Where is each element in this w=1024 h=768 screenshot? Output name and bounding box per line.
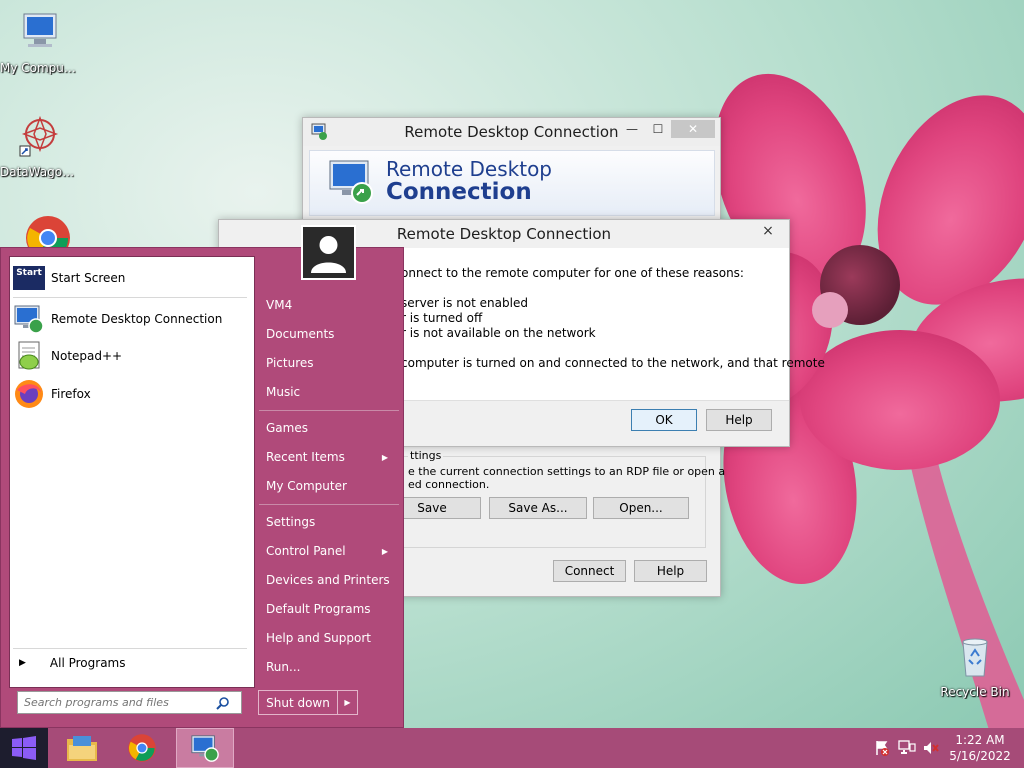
start-right-devices-printers[interactable]: Devices and Printers (266, 568, 396, 592)
rdc-header-title-line2: Connection (386, 179, 532, 205)
chrome-desktop-icon-partial[interactable] (0, 214, 80, 248)
desktop-icon-label: Recycle Bin (940, 685, 1010, 699)
start-right-help-support[interactable]: Help and Support (266, 626, 396, 650)
start-right-games[interactable]: Games (266, 416, 396, 440)
rdc-titlebar[interactable]: Remote Desktop Connection — ☐ ✕ (303, 118, 720, 146)
group-description-line2: ed connection. (408, 478, 490, 491)
start-item-firefox[interactable]: Firefox (13, 377, 249, 411)
file-explorer-icon (67, 736, 97, 761)
start-item-label: Firefox (51, 387, 91, 401)
start-right-documents[interactable]: Documents (266, 322, 396, 346)
dialog-reason-3: r is not available on the network (401, 326, 596, 340)
start-right-pictures[interactable]: Pictures (266, 351, 396, 375)
taskbar-chrome[interactable] (116, 728, 168, 768)
close-button[interactable]: × (754, 222, 782, 240)
search-box[interactable] (17, 691, 242, 714)
clock-time: 1:22 AM (955, 733, 1005, 747)
start-menu-divider (13, 297, 247, 298)
start-right-settings[interactable]: Settings (266, 510, 396, 534)
help-button[interactable]: Help (634, 560, 707, 582)
user-avatar[interactable] (301, 225, 356, 280)
start-right-my-computer[interactable]: My Computer (266, 474, 396, 498)
all-programs-button[interactable]: ▶ All Programs (17, 652, 247, 674)
windows-logo-icon (12, 736, 36, 760)
start-menu-divider (13, 648, 247, 649)
desktop-icon-label: DataWagon... (0, 165, 80, 179)
volume-muted-icon[interactable] (922, 740, 940, 756)
remote-desktop-icon (191, 735, 219, 762)
recycle-bin-icon (962, 638, 988, 677)
chrome-icon (26, 216, 70, 248)
start-screen-icon: Start (13, 266, 45, 290)
search-input[interactable] (18, 696, 214, 709)
dialog-reason-2: r is turned off (401, 311, 483, 325)
remote-desktop-icon (329, 160, 373, 204)
start-right-divider (259, 504, 399, 505)
network-icon[interactable] (898, 740, 916, 756)
start-right-recent-items[interactable]: Recent Items ▶ (266, 445, 396, 469)
start-right-label: Recent Items (266, 450, 345, 464)
start-right-run[interactable]: Run... (266, 655, 396, 679)
ok-button[interactable]: OK (631, 409, 697, 431)
desktop-icon-datawagon[interactable]: DataWagon... (0, 112, 80, 179)
minimize-button[interactable]: — (619, 120, 645, 138)
close-button[interactable]: ✕ (671, 120, 715, 138)
datawagon-icon (19, 115, 59, 157)
shut-down-button[interactable]: Shut down (258, 690, 338, 715)
start-right-music[interactable]: Music (266, 380, 396, 404)
start-right-divider (259, 410, 399, 411)
user-icon (303, 227, 354, 278)
start-right-vm4[interactable]: VM4 (266, 293, 396, 317)
clock-date: 5/16/2022 (949, 749, 1011, 763)
start-right-control-panel[interactable]: Control Panel ▶ (266, 539, 396, 563)
start-right-default-programs[interactable]: Default Programs (266, 597, 396, 621)
my-computer-icon (23, 13, 57, 47)
maximize-button[interactable]: ☐ (645, 120, 671, 138)
start-item-label: Start Screen (51, 271, 126, 285)
arrow-right-icon: ▶ (344, 698, 351, 707)
start-right-label: Control Panel (266, 544, 346, 558)
start-item-label: Remote Desktop Connection (51, 312, 223, 326)
group-description-line1: e the current connection settings to an … (408, 465, 726, 478)
start-item-start-screen[interactable]: Start Start Screen (13, 261, 249, 295)
desktop-icon-my-computer[interactable]: My Computer (0, 8, 80, 75)
start-item-label: Notepad++ (51, 349, 123, 363)
arrow-right-icon: ▶ (19, 658, 26, 668)
all-programs-label: All Programs (49, 656, 126, 670)
rdc-header-banner: Remote Desktop Connection (309, 150, 715, 216)
search-icon[interactable] (216, 696, 230, 710)
help-button[interactable]: Help (706, 409, 772, 431)
start-button[interactable] (0, 728, 48, 768)
taskbar: 1:22 AM 5/16/2022 (0, 728, 1024, 768)
taskbar-remote-desktop[interactable] (176, 728, 234, 768)
start-menu: Start Start Screen Remote Desktop Connec… (0, 225, 404, 728)
clock[interactable]: 1:22 AM 5/16/2022 (946, 732, 1014, 766)
connect-button[interactable]: Connect (553, 560, 626, 582)
rdc-header-title-line1: Remote Desktop (386, 157, 553, 181)
notepad-plus-icon (13, 340, 45, 372)
start-screen-badge: Start (16, 268, 42, 278)
action-center-flag-icon[interactable] (874, 740, 890, 756)
open-button[interactable]: Open... (593, 497, 689, 519)
submenu-arrow-icon: ▶ (381, 546, 388, 556)
start-item-remote-desktop[interactable]: Remote Desktop Connection (13, 302, 249, 336)
dialog-message-line2: computer is turned on and connected to t… (401, 356, 825, 370)
start-item-notepad-plus[interactable]: Notepad++ (13, 339, 249, 373)
shut-down-options-button[interactable]: ▶ (337, 690, 358, 715)
desktop-icon-recycle-bin[interactable]: Recycle Bin (935, 632, 1015, 699)
taskbar-file-explorer[interactable] (56, 728, 108, 768)
chrome-icon (128, 734, 156, 762)
remote-desktop-icon (13, 303, 45, 335)
dialog-reason-1: server is not enabled (401, 296, 528, 310)
submenu-arrow-icon: ▶ (381, 452, 388, 462)
group-label: ttings (408, 449, 444, 462)
firefox-icon (13, 378, 45, 410)
desktop-icon-label: My Computer (0, 61, 80, 75)
dialog-message-line1: onnect to the remote computer for one of… (401, 266, 744, 280)
save-as-button[interactable]: Save As... (489, 497, 587, 519)
